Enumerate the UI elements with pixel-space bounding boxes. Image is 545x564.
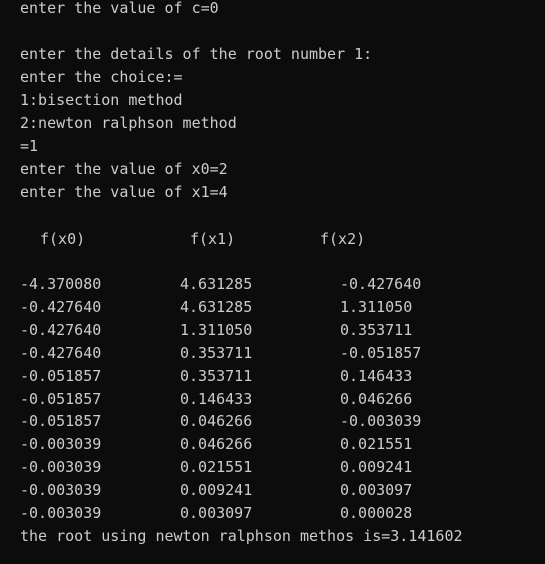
table-cell: 0.353711: [180, 343, 253, 362]
table-cell: 0.009241: [180, 481, 253, 500]
console-line: enter the value of x1=4: [20, 183, 228, 201]
table-cell: 0.353711: [180, 366, 253, 385]
table-cell: -0.427640: [20, 343, 102, 362]
table-cell: 0.046266: [180, 412, 253, 431]
table-cell: -0.003039: [20, 435, 102, 454]
table-cell: 0.003097: [180, 504, 253, 522]
result-line: the root using newton ralphson methos is…: [20, 527, 463, 545]
table-cell: 0.046266: [340, 389, 413, 408]
table-cell: 0.146433: [340, 366, 413, 385]
table-cell: 0.353711: [340, 320, 413, 339]
table-cell: -0.051857: [340, 343, 422, 362]
console-line: 1:bisection method: [20, 91, 183, 109]
table-cell: 1.311050: [340, 297, 413, 316]
table-cell: -0.003039: [20, 481, 102, 500]
table-header: f(x2): [320, 230, 366, 248]
table-cell: 4.631285: [180, 297, 253, 316]
table-cell: -0.051857: [20, 389, 102, 408]
console-line: enter the details of the root number 1:: [20, 45, 373, 63]
table-cell: -0.427640: [20, 320, 102, 339]
console-line: =1: [20, 137, 39, 155]
table-cell: 0.021551: [340, 435, 413, 454]
table-cell: 4.631285: [180, 275, 253, 293]
table-header: f(x0): [40, 230, 86, 248]
table-cell: 0.146433: [180, 389, 253, 408]
table-cell: -0.003039: [20, 504, 102, 522]
table-cell: 1.311050: [180, 320, 253, 339]
console-line: enter the value of x0=2: [20, 160, 228, 178]
console-line: 2:newton ralphson method: [20, 114, 237, 132]
console-window: enter the value of c=0 enter the details …: [0, 0, 545, 564]
table-cell: -0.051857: [20, 412, 102, 431]
table-cell: 0.021551: [180, 458, 253, 477]
table-cell: 0.009241: [340, 458, 413, 477]
table-cell: 0.000028: [340, 504, 413, 522]
table-cell: -0.003039: [20, 458, 102, 477]
console-line: enter the value of c=0: [20, 0, 219, 17]
table-cell: -4.370080: [20, 275, 102, 293]
table-cell: -0.051857: [20, 366, 102, 385]
table-cell: 0.046266: [180, 435, 253, 454]
table-cell: -0.427640: [340, 275, 422, 293]
table-cell: -0.427640: [20, 297, 102, 316]
table-cell: -0.003039: [340, 412, 422, 431]
table-header: f(x1): [190, 230, 236, 248]
table-cell: 0.003097: [340, 481, 413, 500]
console-line: enter the choice:=: [20, 68, 183, 86]
